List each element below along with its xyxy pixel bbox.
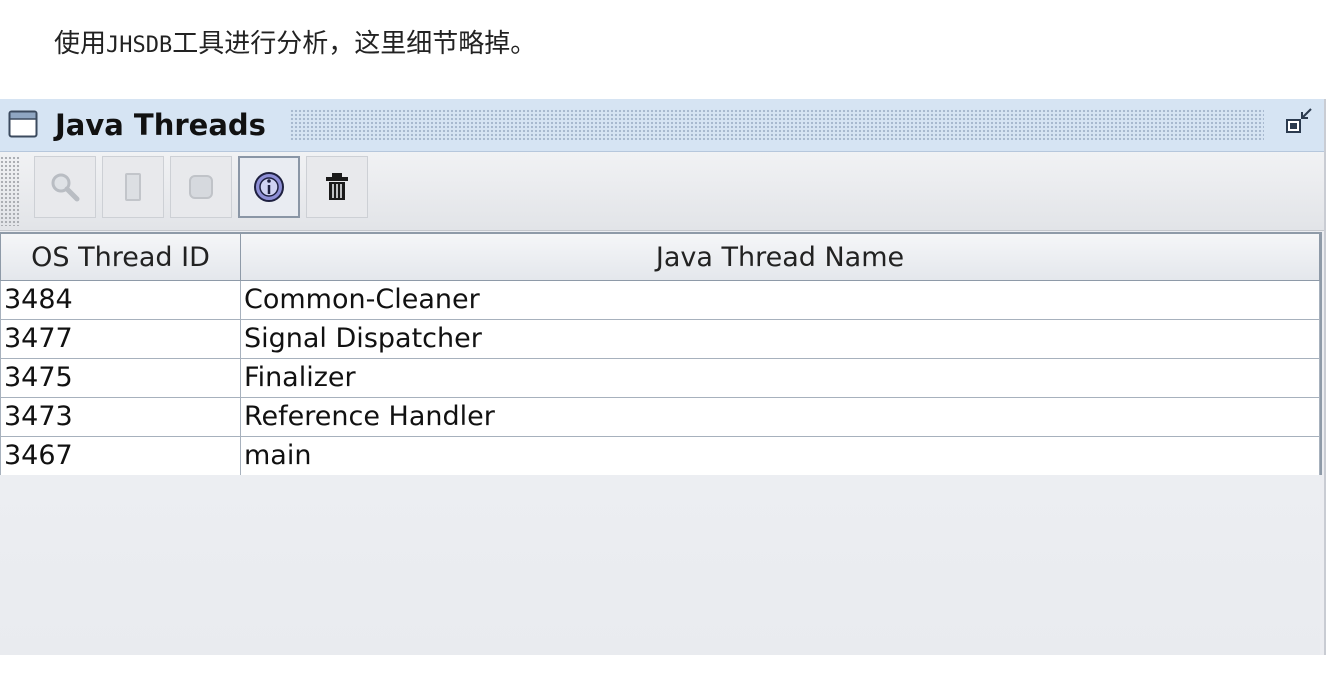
java-thread-name-cell: Common-Cleaner [240,280,1320,320]
thread-info-button[interactable] [238,156,300,218]
column-header-os-thread-id[interactable]: OS Thread ID [0,232,241,281]
java-thread-name-cell: main [240,436,1320,476]
window-icon [8,110,38,138]
os-thread-id-cell: 3475 [0,358,241,398]
table-row[interactable]: 3477 Signal Dispatcher [0,319,1320,359]
window-titlebar[interactable]: Java Threads [0,99,1324,152]
toolbar [0,152,1324,231]
java-threads-window: Java Threads OS Thread ID Java Thread Na… [0,99,1326,655]
caption-tool-name: JHSDB [106,33,173,58]
column-header-java-thread-name[interactable]: Java Thread Name [240,232,1320,281]
stack-trace-button[interactable] [102,156,164,218]
titlebar-grip [290,109,1264,140]
os-thread-id-cell: 3473 [0,397,241,437]
table-row[interactable]: 3475 Finalizer [0,358,1320,398]
table-row[interactable]: 3467 main [0,436,1320,476]
stack-icon [125,173,141,201]
table-empty-area [0,475,1320,655]
trash-icon [326,173,348,200]
os-thread-id-cell: 3484 [0,280,241,320]
table-row[interactable]: 3484 Common-Cleaner [0,280,1320,320]
window-title: Java Threads [55,108,266,142]
toolbar-grip[interactable] [0,156,20,226]
os-thread-id-cell: 3467 [0,436,241,476]
delete-button[interactable] [306,156,368,218]
threads-table-container: OS Thread ID Java Thread Name 3484 Commo… [0,232,1322,476]
memory-icon [189,175,213,199]
article-caption: 使用JHSDB工具进行分析，这里细节略掉。 [54,24,536,66]
info-icon [254,172,284,202]
memory-button[interactable] [170,156,232,218]
java-thread-name-cell: Signal Dispatcher [240,319,1320,359]
java-thread-name-cell: Reference Handler [240,397,1320,437]
find-button[interactable] [34,156,96,218]
magnifier-icon [51,173,80,202]
caption-suffix: 工具进行分析，这里细节略掉。 [172,29,537,59]
java-thread-name-cell: Finalizer [240,358,1320,398]
table-row[interactable]: 3473 Reference Handler [0,397,1320,437]
table-header-row: OS Thread ID Java Thread Name [0,232,1320,281]
restore-icon[interactable] [1284,104,1314,140]
os-thread-id-cell: 3477 [0,319,241,359]
caption-prefix: 使用 [54,29,107,59]
threads-table: OS Thread ID Java Thread Name 3484 Commo… [0,232,1320,476]
